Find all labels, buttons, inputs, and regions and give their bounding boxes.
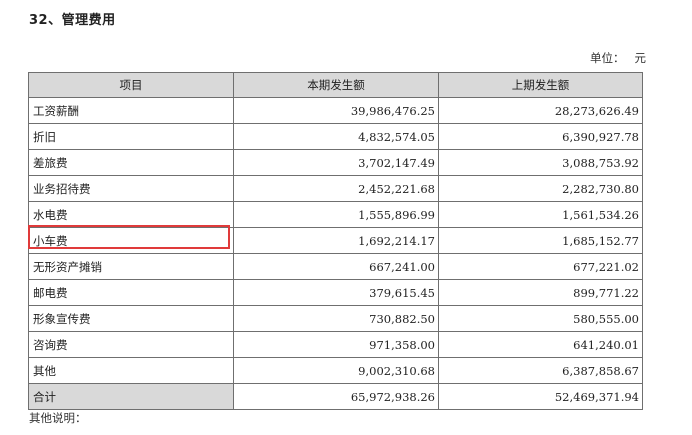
table-row: 工资薪酬 39,986,476.25 28,273,626.49 — [28, 97, 643, 124]
row-previous: 1,561,534.26 — [438, 201, 643, 228]
other-notes-label: 其他说明： — [29, 411, 87, 425]
header-previous-period: 上期发生额 — [438, 72, 643, 98]
row-current: 379,615.45 — [233, 279, 439, 306]
header-item: 项目 — [28, 72, 234, 98]
row-item: 差旅费 — [28, 149, 234, 176]
row-current: 971,358.00 — [233, 331, 439, 358]
row-current: 667,241.00 — [233, 253, 439, 280]
table-row: 业务招待费 2,452,221.68 2,282,730.80 — [28, 175, 643, 202]
table-row: 形象宣传费 730,882.50 580,555.00 — [28, 305, 643, 332]
table-row: 无形资产摊销 667,241.00 677,221.02 — [28, 253, 643, 280]
row-current: 2,452,221.68 — [233, 175, 439, 202]
admin-expense-table: 项目 本期发生额 上期发生额 工资薪酬 39,986,476.25 28,273… — [28, 72, 643, 410]
row-item: 邮电费 — [28, 279, 234, 306]
row-current: 9,002,310.68 — [233, 357, 439, 384]
row-previous: 28,273,626.49 — [438, 97, 643, 124]
row-previous: 6,390,927.78 — [438, 123, 643, 150]
row-previous: 3,088,753.92 — [438, 149, 643, 176]
total-previous: 52,469,371.94 — [438, 383, 643, 410]
row-item: 咨询费 — [28, 331, 234, 358]
row-previous: 2,282,730.80 — [438, 175, 643, 202]
row-item: 业务招待费 — [28, 175, 234, 202]
total-label: 合计 — [28, 383, 234, 410]
row-current: 3,702,147.49 — [233, 149, 439, 176]
row-item: 无形资产摊销 — [28, 253, 234, 280]
table-total-row: 合计 65,972,938.26 52,469,371.94 — [28, 383, 643, 410]
table-row: 差旅费 3,702,147.49 3,088,753.92 — [28, 149, 643, 176]
row-current: 1,555,896.99 — [233, 201, 439, 228]
row-current: 39,986,476.25 — [233, 97, 439, 124]
row-previous: 899,771.22 — [438, 279, 643, 306]
row-previous: 6,387,858.67 — [438, 357, 643, 384]
unit-label-row: 单位： 元 — [590, 50, 646, 66]
row-previous: 580,555.00 — [438, 305, 643, 332]
row-current: 1,692,214.17 — [233, 227, 439, 254]
row-item: 工资薪酬 — [28, 97, 234, 124]
table-row-highlighted: 小车费 1,692,214.17 1,685,152.77 — [28, 227, 643, 254]
row-item: 水电费 — [28, 201, 234, 228]
table-row: 水电费 1,555,896.99 1,561,534.26 — [28, 201, 643, 228]
row-item: 其他 — [28, 357, 234, 384]
table-row: 咨询费 971,358.00 641,240.01 — [28, 331, 643, 358]
table-row: 其他 9,002,310.68 6,387,858.67 — [28, 357, 643, 384]
unit-value: 元 — [634, 51, 647, 65]
row-previous: 1,685,152.77 — [438, 227, 643, 254]
row-item: 小车费 — [28, 227, 234, 254]
row-previous: 641,240.01 — [438, 331, 643, 358]
row-previous: 677,221.02 — [438, 253, 643, 280]
row-current: 4,832,574.05 — [233, 123, 439, 150]
table-row: 邮电费 379,615.45 899,771.22 — [28, 279, 643, 306]
table-header-row: 项目 本期发生额 上期发生额 — [28, 72, 643, 98]
row-current: 730,882.50 — [233, 305, 439, 332]
row-item: 形象宣传费 — [28, 305, 234, 332]
row-item: 折旧 — [28, 123, 234, 150]
header-current-period: 本期发生额 — [233, 72, 439, 98]
total-current: 65,972,938.26 — [233, 383, 439, 410]
section-title: 32、管理费用 — [29, 13, 116, 28]
unit-label: 单位： — [590, 51, 625, 65]
table-row: 折旧 4,832,574.05 6,390,927.78 — [28, 123, 643, 150]
